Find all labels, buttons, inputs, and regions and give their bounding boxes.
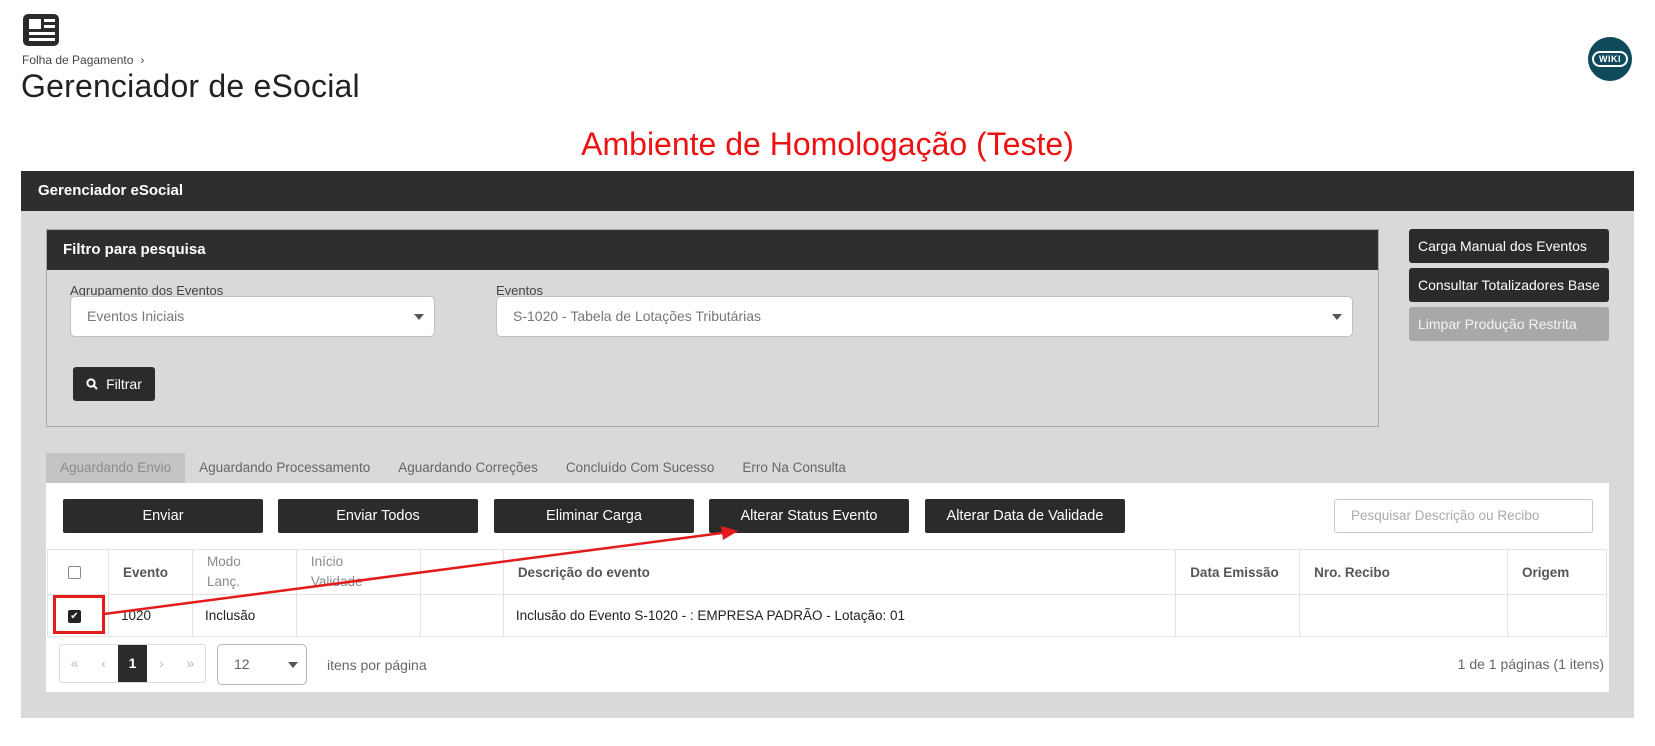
col-nro-recibo[interactable]: Nro. Recibo	[1299, 549, 1508, 595]
clear-restricted-button[interactable]: Limpar Produção Restrita	[1409, 307, 1609, 341]
events-select[interactable]: S-1020 - Tabela de Lotações Tributárias	[496, 296, 1353, 337]
pagination: « ‹ 1 › »	[59, 644, 206, 683]
per-page-select[interactable]: 12	[217, 644, 307, 685]
totalizers-button[interactable]: Consultar Totalizadores Base	[1409, 268, 1609, 302]
breadcrumb-item-folha[interactable]: Folha de Pagamento	[22, 53, 133, 67]
grouping-select-value: Eventos Iniciais	[87, 308, 185, 324]
col-blank	[419, 549, 504, 595]
row-checkbox[interactable]: ✔	[68, 609, 81, 623]
col-descricao[interactable]: Descrição do evento	[502, 549, 1177, 595]
search-input[interactable]: Pesquisar Descrição ou Recibo	[1334, 499, 1593, 533]
tab-aguardando-envio[interactable]: Aguardando Envio	[46, 453, 186, 483]
row-blank	[419, 594, 504, 637]
chevron-down-icon	[414, 314, 424, 320]
col-modo[interactable]: Modo Lanç.	[191, 549, 297, 595]
newspaper-icon	[23, 14, 59, 46]
tab-concluido[interactable]: Concluído Com Sucesso	[552, 453, 729, 483]
row-select-cell: ✔	[47, 594, 109, 637]
per-page-value: 12	[234, 656, 250, 672]
row-descricao: Inclusão do Evento S-1020 - : EMPRESA PA…	[502, 594, 1177, 637]
col-data-emissao[interactable]: Data Emissão	[1175, 549, 1301, 595]
remove-load-button[interactable]: Eliminar Carga	[494, 499, 694, 533]
main-panel-header: Gerenciador eSocial	[21, 171, 1634, 211]
wiki-button[interactable]: WIKI	[1588, 37, 1632, 81]
send-button[interactable]: Enviar	[63, 499, 263, 533]
chevron-down-icon	[1332, 314, 1342, 320]
filter-button[interactable]: Filtrar	[73, 367, 155, 401]
change-status-button[interactable]: Alterar Status Evento	[709, 499, 909, 533]
page-info: 1 de 1 páginas (1 itens)	[1457, 656, 1604, 672]
filter-panel-header: Filtro para pesquisa	[47, 230, 1378, 270]
search-icon	[86, 378, 98, 390]
page-button-current[interactable]: 1	[118, 645, 147, 682]
send-all-button[interactable]: Enviar Todos	[278, 499, 478, 533]
tab-erro-consulta[interactable]: Erro Na Consulta	[728, 453, 860, 483]
filter-button-label: Filtrar	[106, 376, 142, 392]
events-table: Evento Modo Lanç. Início Validade Descri…	[47, 549, 1608, 637]
grouping-select[interactable]: Eventos Iniciais	[70, 296, 435, 337]
tab-aguardando-processamento[interactable]: Aguardando Processamento	[185, 453, 384, 483]
row-evento: 1020	[107, 594, 193, 637]
row-inicio	[295, 594, 421, 637]
table-row[interactable]: ✔ 1020 Inclusão Inclusão do Evento S-102…	[47, 594, 1608, 637]
col-evento[interactable]: Evento	[107, 549, 193, 595]
per-page-label: itens por página	[327, 657, 427, 673]
tab-aguardando-correcoes[interactable]: Aguardando Correções	[384, 453, 552, 483]
next-page-button[interactable]: ›	[147, 645, 176, 682]
last-page-button[interactable]: »	[176, 645, 205, 682]
status-tabs: Aguardando Envio Aguardando Processament…	[46, 453, 860, 483]
col-origem[interactable]: Origem	[1506, 549, 1608, 595]
breadcrumb: Folha de Pagamento ›	[22, 53, 144, 67]
environment-banner: Ambiente de Homologação (Teste)	[581, 126, 1074, 162]
row-modo: Inclusão	[191, 594, 297, 637]
table-header-row: Evento Modo Lanç. Início Validade Descri…	[47, 549, 1608, 595]
events-select-value: S-1020 - Tabela de Lotações Tributárias	[513, 308, 762, 324]
wiki-icon: WIKI	[1592, 51, 1628, 67]
row-data-emissao	[1175, 594, 1301, 637]
change-validity-button[interactable]: Alterar Data de Validade	[925, 499, 1125, 533]
page-title: Gerenciador de eSocial	[21, 68, 360, 104]
row-origem	[1506, 594, 1608, 637]
row-nro-recibo	[1299, 594, 1508, 637]
select-all-checkbox[interactable]	[68, 566, 81, 580]
page: Folha de Pagamento › Gerenciador de eSoc…	[0, 0, 1655, 746]
prev-page-button[interactable]: ‹	[89, 645, 118, 682]
manual-load-button[interactable]: Carga Manual dos Eventos	[1409, 229, 1609, 263]
select-all-cell	[47, 549, 109, 595]
chevron-down-icon	[288, 662, 298, 668]
chevron-right-icon: ›	[140, 53, 145, 67]
col-inicio[interactable]: Início Validade	[295, 549, 421, 595]
first-page-button[interactable]: «	[60, 645, 89, 682]
